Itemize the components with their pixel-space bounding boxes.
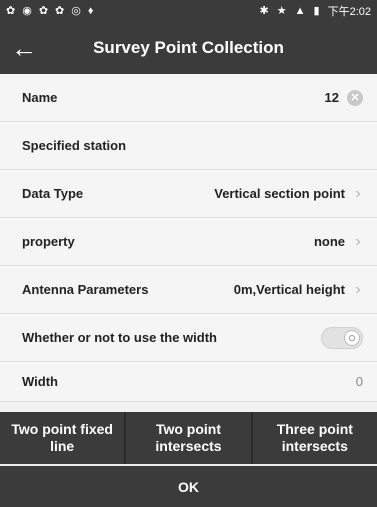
property-value: none bbox=[313, 234, 345, 249]
name-value[interactable]: 12 bbox=[325, 90, 339, 105]
title-bar: ← Survey Point Collection bbox=[0, 22, 377, 74]
property-label: property bbox=[22, 234, 75, 249]
sync-icon: ✿ bbox=[38, 4, 49, 17]
status-icons-right: ✱ ★ ▲ ▮ 下午2:02 bbox=[260, 3, 371, 19]
arrow-left-icon: ← bbox=[11, 32, 37, 63]
action-bar: Two point fixed line Two point intersect… bbox=[0, 412, 377, 464]
bluetooth-icon: ✱ bbox=[259, 4, 269, 17]
width-label: Width bbox=[22, 374, 58, 389]
status-icons-left: ✿ ◉ ✿ ✿ ◎ ♦ bbox=[6, 4, 94, 17]
chevron-right-icon: › bbox=[355, 232, 361, 250]
specified-station-label: Specified station bbox=[22, 138, 127, 153]
location-icon: ◎ bbox=[71, 4, 81, 17]
data-type-label: Data Type bbox=[22, 186, 84, 201]
clear-icon[interactable]: ✕ bbox=[347, 89, 363, 106]
data-type-row[interactable]: Data Type Vertical section point › bbox=[0, 170, 377, 218]
signal-icon: ▲ bbox=[294, 4, 306, 17]
settings-icon: ✿ bbox=[6, 4, 16, 17]
use-width-row: Whether or not to use the width bbox=[0, 314, 377, 362]
chevron-right-icon: › bbox=[355, 184, 361, 202]
status-time: 下午2:02 bbox=[327, 6, 371, 18]
settings-list[interactable]: Name 12 ✕ Specified station Data Type Ve… bbox=[0, 74, 377, 412]
battery-icon: ▮ bbox=[313, 4, 320, 17]
page-title: Survey Point Collection bbox=[93, 38, 284, 57]
pin-icon: ♦ bbox=[87, 4, 94, 17]
wifi-icon: ◉ bbox=[22, 4, 32, 17]
back-button[interactable]: ← bbox=[0, 22, 48, 74]
width-value[interactable]: 0 bbox=[356, 374, 363, 389]
status-bar: ✿ ◉ ✿ ✿ ◎ ♦ ✱ ★ ▲ ▮ 下午2:02 bbox=[0, 0, 377, 22]
use-width-toggle[interactable] bbox=[321, 326, 363, 349]
use-width-label: Whether or not to use the width bbox=[22, 330, 217, 345]
star-icon: ★ bbox=[276, 4, 287, 17]
antenna-row[interactable]: Antenna Parameters 0m,Vertical height › bbox=[0, 266, 377, 314]
sync-icon: ✿ bbox=[55, 4, 65, 17]
property-row[interactable]: property none › bbox=[0, 218, 377, 266]
two-point-intersects-button[interactable]: Two point intersects bbox=[126, 412, 253, 464]
data-type-value: Vertical section point bbox=[214, 186, 345, 201]
chevron-right-icon: › bbox=[355, 280, 361, 298]
three-point-intersects-button[interactable]: Three point intersects bbox=[253, 412, 377, 464]
name-label: Name bbox=[22, 90, 58, 105]
antenna-label: Antenna Parameters bbox=[22, 282, 149, 297]
specified-station-row[interactable]: Specified station bbox=[0, 122, 377, 170]
name-row[interactable]: Name 12 ✕ bbox=[0, 74, 377, 122]
width-row[interactable]: Width 0 bbox=[0, 362, 377, 402]
ok-button[interactable]: OK bbox=[0, 466, 377, 507]
antenna-value: 0m,Vertical height bbox=[233, 282, 345, 297]
toggle-knob bbox=[344, 329, 360, 346]
two-point-fixed-line-button[interactable]: Two point fixed line bbox=[0, 412, 127, 464]
